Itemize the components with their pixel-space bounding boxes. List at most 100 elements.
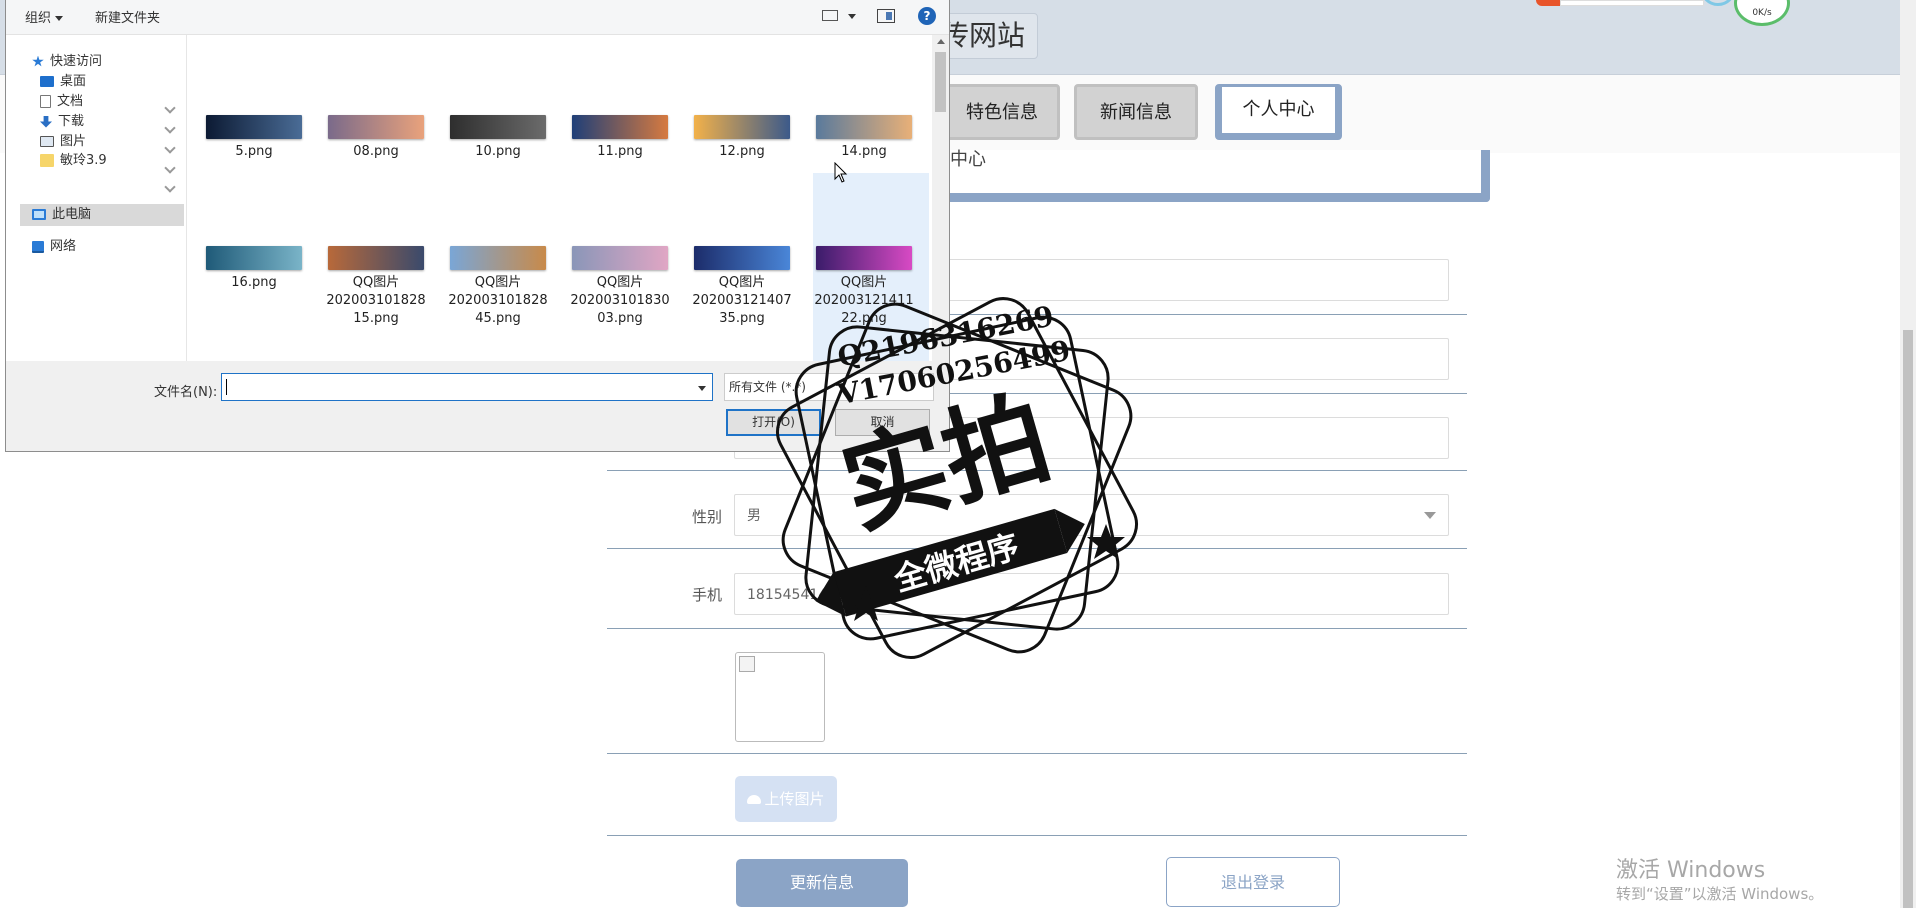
windows-activation-subtitle: 转到“设置”以激活 Windows。 (1616, 885, 1824, 903)
image-thumbnail (572, 246, 668, 270)
file-name-label: 10.png (475, 144, 521, 159)
windows-activation-notice: 激活 Windows 转到“设置”以激活 Windows。 (1616, 858, 1823, 904)
pin-icon (164, 122, 176, 134)
nav-label: 快速访问 (50, 54, 103, 69)
nav-label: 网络 (50, 239, 77, 254)
file-name-label: 08.png (353, 144, 399, 159)
phone-label: 手机 (691, 586, 722, 604)
nav-label: 下载 (58, 114, 85, 129)
view-options-chevron-icon[interactable] (848, 14, 856, 19)
nav-item-folder[interactable]: 敏玲3.9 (40, 149, 107, 173)
download-arrow-icon (40, 115, 52, 128)
nav-label: 此电脑 (52, 207, 92, 222)
upload-image-button[interactable]: 上传图片 (735, 776, 837, 822)
file-name-label: 11.png (597, 144, 643, 159)
net-speed-value: 0K/s (1752, 8, 1772, 18)
nav-label: 文档 (57, 94, 84, 109)
chevron-down-icon[interactable] (698, 386, 706, 391)
file-item[interactable]: 12.png (688, 115, 796, 161)
mouse-cursor-icon (834, 162, 848, 183)
page-scrollbar[interactable] (1900, 0, 1916, 908)
chevron-down-icon (1424, 512, 1436, 519)
file-name-label: 15.png (353, 311, 399, 326)
desktop-icon (40, 76, 54, 87)
dialog-navigation-pane: 快速访问 桌面 文档 下载 图片 敏玲3.9 此电脑 网络 (6, 35, 187, 361)
nav-item-network[interactable]: 网络 (32, 235, 76, 259)
update-info-button[interactable]: 更新信息 (736, 859, 908, 907)
header-circle-widget (1700, 0, 1736, 6)
nav-item-this-pc[interactable]: 此电脑 (32, 203, 91, 227)
nav-label: 敏玲3.9 (60, 153, 107, 168)
image-thumbnail (816, 246, 912, 270)
help-icon[interactable]: ? (918, 7, 936, 25)
net-speed-widget: 0K/s (1734, 0, 1790, 26)
file-name-label: 14.png (841, 144, 887, 159)
pin-icon (164, 181, 176, 193)
dialog-toolbar: 组织 新建文件夹 ? (6, 0, 949, 35)
document-icon (40, 95, 51, 108)
file-item[interactable]: 16.png (200, 246, 308, 292)
text-cursor (226, 378, 227, 395)
scroll-up-arrow-icon[interactable] (937, 39, 945, 44)
file-item[interactable]: QQ图片 202003101830 03.png (566, 246, 674, 328)
view-options-icon[interactable] (822, 10, 838, 21)
star-icon (32, 55, 44, 67)
file-name-label: QQ图片 (474, 275, 522, 290)
filename-label: 文件名(N): (154, 385, 218, 400)
preview-pane-icon[interactable] (877, 9, 895, 23)
picture-icon (40, 136, 54, 147)
file-name-label: 12.png (719, 144, 765, 159)
new-folder-button[interactable]: 新建文件夹 (95, 7, 160, 26)
file-item[interactable]: QQ图片 202003101828 15.png (322, 246, 430, 328)
file-name-label: QQ图片 (352, 275, 400, 290)
file-name-label: QQ图片 (596, 275, 644, 290)
file-name-label: 202003101828 (448, 293, 548, 308)
file-name-label: 5.png (235, 144, 273, 159)
pin-icon (164, 162, 176, 174)
cloud-upload-icon (747, 795, 762, 804)
section-title-banner: 中心 (900, 150, 1490, 202)
section-title: 中心 (950, 149, 986, 170)
file-name-label: 202003101828 (326, 293, 426, 308)
tab-featured-info[interactable]: 特色信息 (944, 84, 1060, 140)
file-item[interactable]: QQ图片 202003101828 45.png (444, 246, 552, 328)
image-thumbnail (328, 246, 424, 270)
image-thumbnail (206, 246, 302, 270)
logout-button[interactable]: 退出登录 (1166, 857, 1340, 907)
chevron-down-icon (55, 16, 64, 21)
gender-label: 性别 (691, 508, 722, 526)
file-name-label: 45.png (475, 311, 521, 326)
file-name-label: 16.png (231, 275, 277, 290)
network-icon (32, 240, 44, 253)
organize-label: 组织 (25, 11, 52, 26)
pin-icon (164, 102, 176, 114)
image-thumbnail (450, 115, 546, 139)
file-name-label: 03.png (597, 311, 643, 326)
dialog-scroll-thumb[interactable] (935, 52, 946, 112)
file-name-label: 202003101830 (570, 293, 670, 308)
watermark-stamp: Q2196316269 V17060256499 实拍 全微程序 (742, 268, 1172, 688)
nav-label: 图片 (60, 134, 87, 149)
nav-label: 桌面 (60, 74, 87, 89)
filename-input[interactable] (221, 373, 713, 401)
image-thumbnail (572, 115, 668, 139)
tab-personal-center[interactable]: 个人中心 (1215, 84, 1342, 140)
page-scroll-thumb[interactable] (1903, 330, 1913, 908)
file-item[interactable]: 11.png (566, 115, 674, 161)
file-item[interactable]: 10.png (444, 115, 552, 161)
image-thumbnail (206, 115, 302, 139)
upload-button-label: 上传图片 (764, 790, 825, 808)
folder-icon (40, 154, 54, 167)
image-thumbnail (328, 115, 424, 139)
tab-news-info[interactable]: 新闻信息 (1074, 84, 1198, 140)
image-thumbnail (694, 115, 790, 139)
organize-menu-button[interactable]: 组织 (25, 7, 64, 26)
header-bar (1560, 0, 1704, 6)
file-item[interactable]: 5.png (200, 115, 308, 161)
pin-icon (164, 142, 176, 154)
file-item[interactable]: 08.png (322, 115, 430, 161)
windows-activation-title: 激活 Windows (1616, 858, 1766, 883)
image-thumbnail (694, 246, 790, 270)
computer-icon (32, 209, 46, 220)
file-item[interactable]: 14.png (810, 115, 918, 161)
